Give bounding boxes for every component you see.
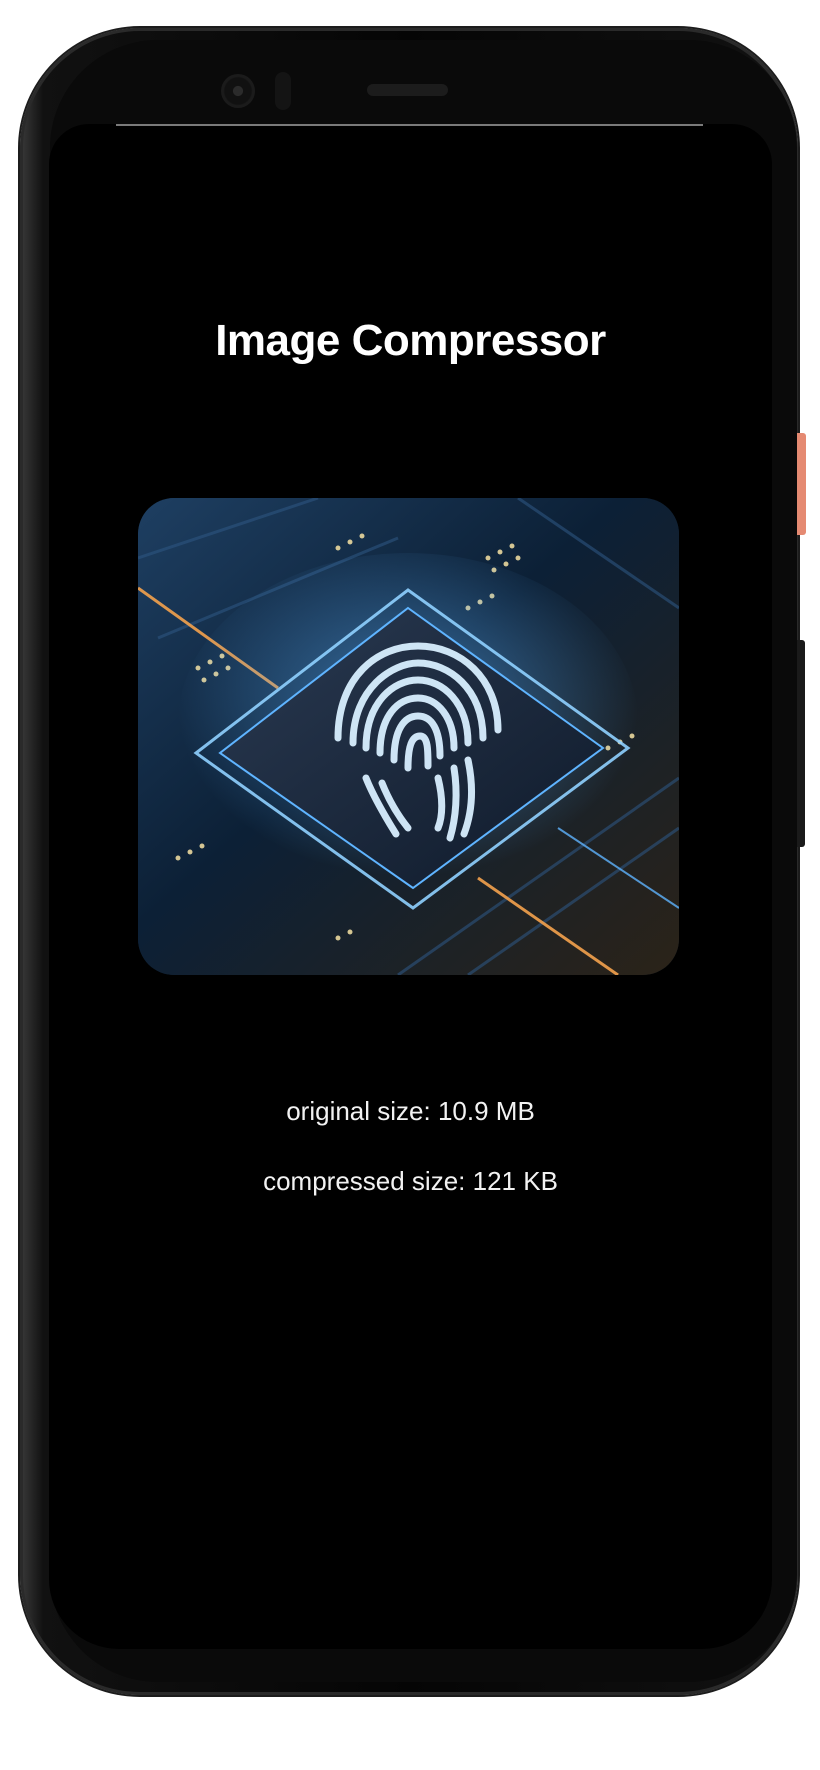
page-title: Image Compressor — [215, 316, 606, 365]
fingerprint-chip-image — [138, 498, 679, 975]
app-screen: Image Compressor original size: 10.9 MB … — [49, 124, 772, 1649]
front-camera-icon — [221, 74, 255, 108]
earpiece-speaker — [367, 84, 448, 96]
power-button[interactable] — [797, 433, 806, 535]
volume-button[interactable] — [797, 640, 805, 847]
original-size-label: original size: 10.9 MB — [286, 1096, 535, 1126]
preview-image[interactable] — [138, 498, 679, 975]
device-stage: Image Compressor original size: 10.9 MB … — [0, 0, 820, 1770]
proximity-sensor — [275, 72, 291, 110]
screen-top-edge — [116, 124, 703, 126]
compressed-size-label: compressed size: 121 KB — [263, 1166, 558, 1196]
